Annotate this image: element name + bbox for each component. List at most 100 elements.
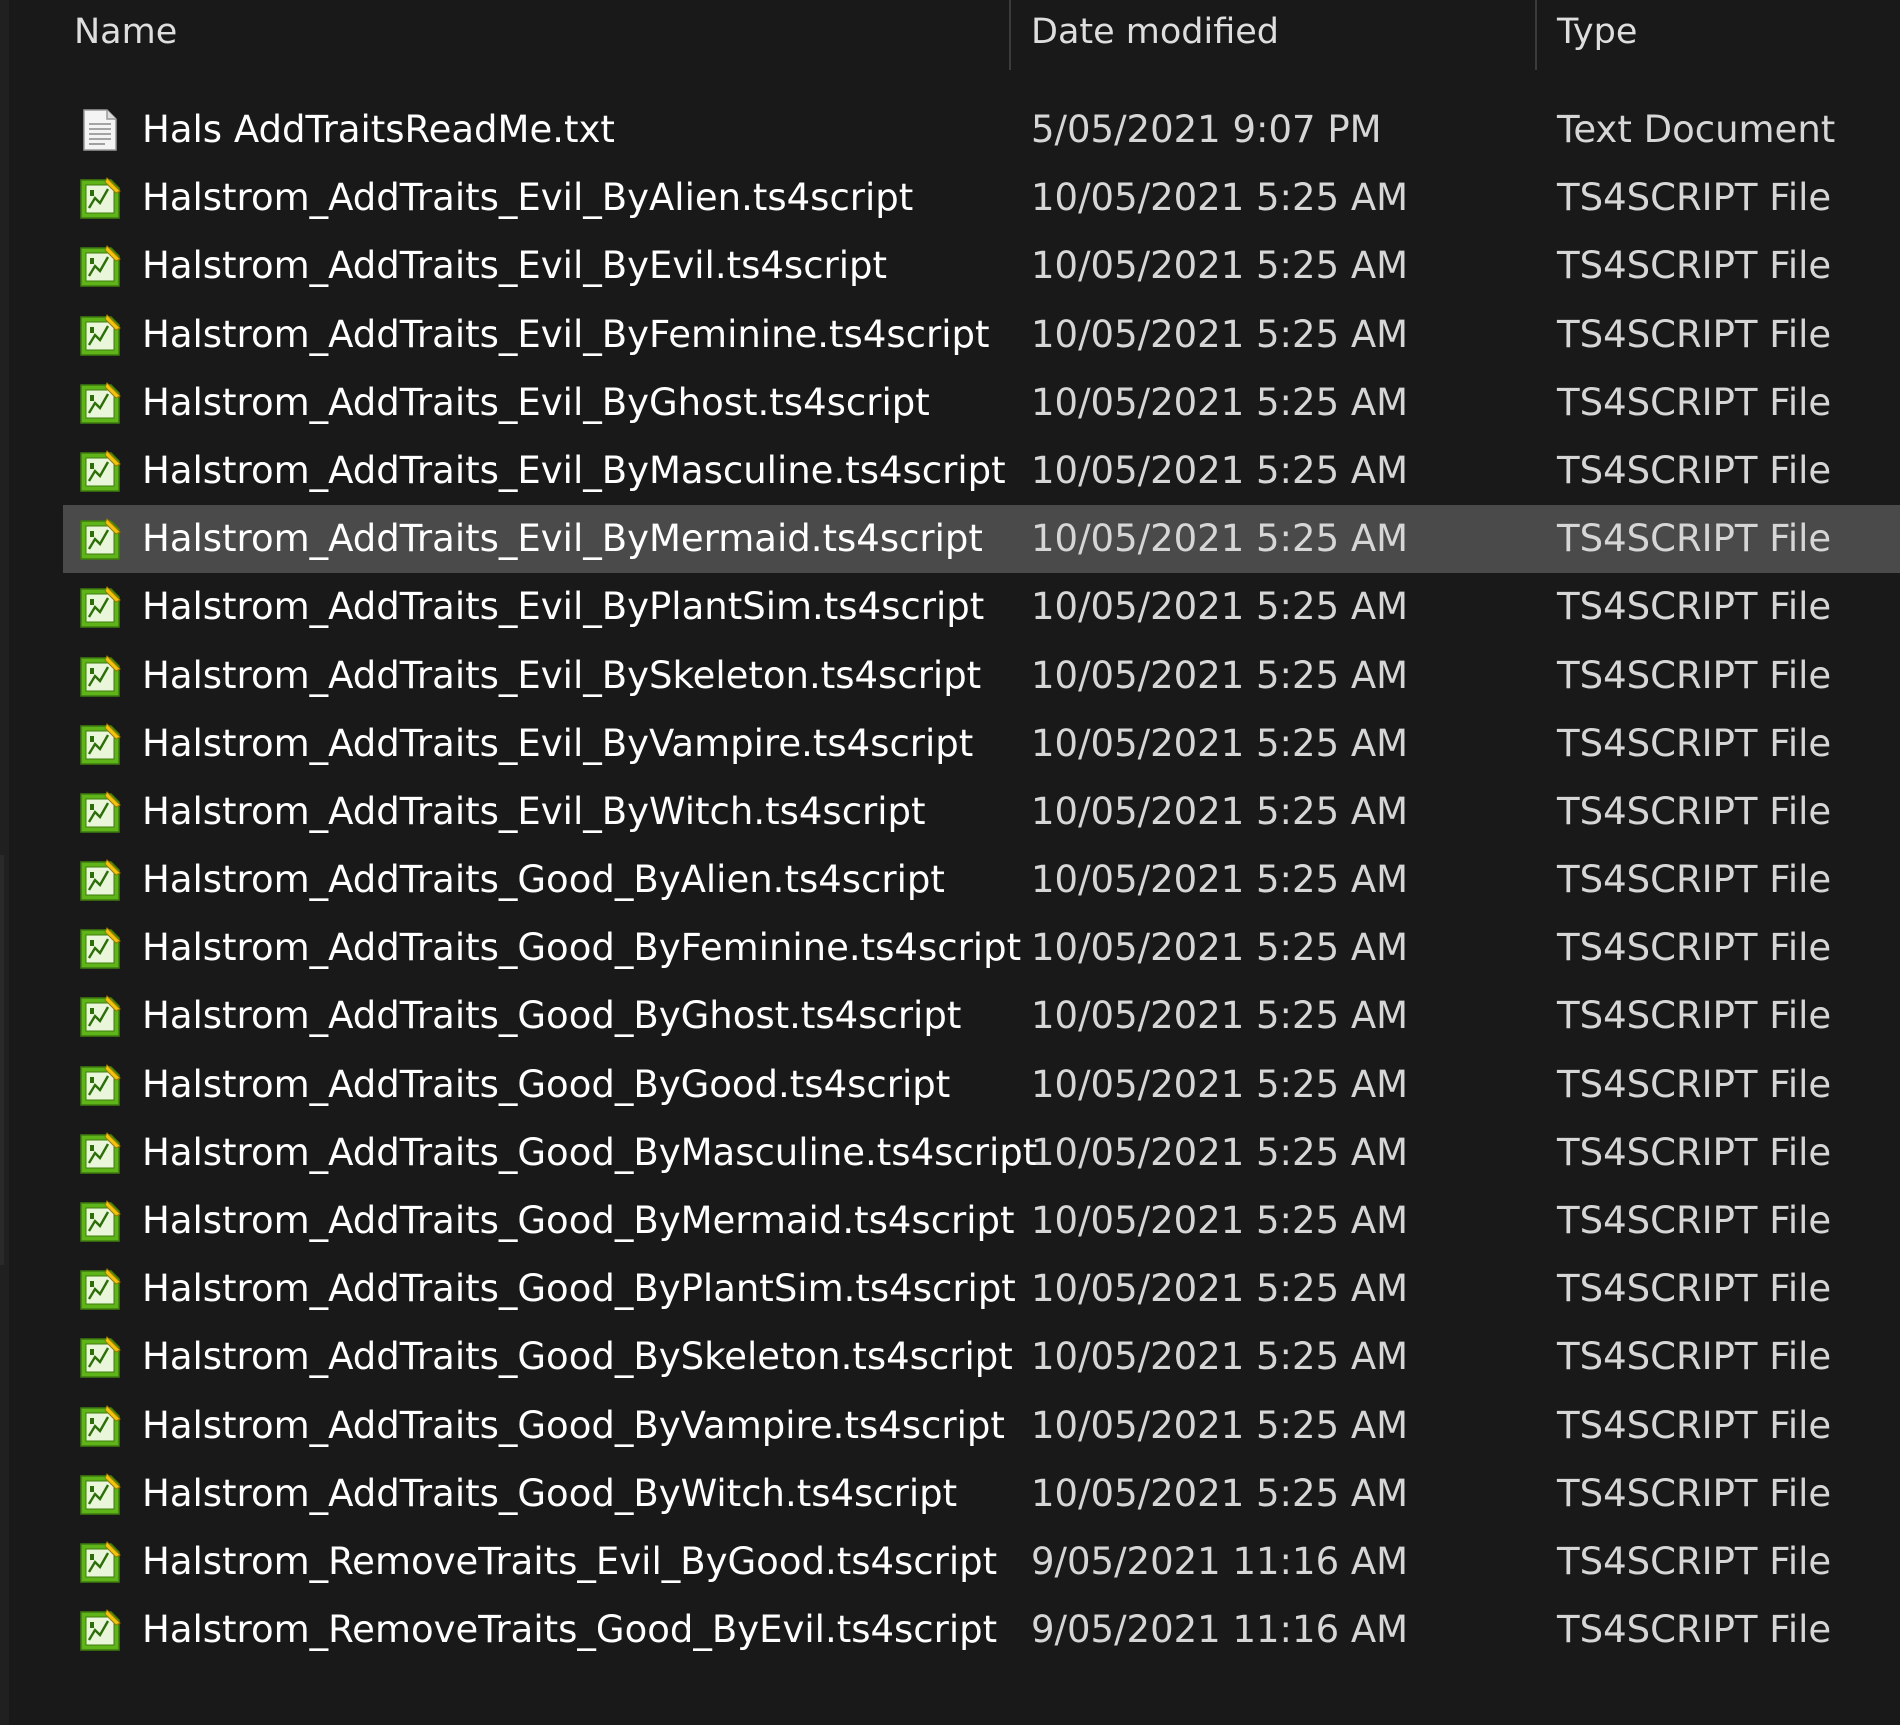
file-row[interactable]: Halstrom_AddTraits_Good_ByAlien.ts4scrip… xyxy=(0,846,1900,914)
file-name[interactable]: Halstrom_AddTraits_Good_ByGhost.ts4scrip… xyxy=(142,982,961,1050)
column-header-name[interactable]: Name xyxy=(74,0,177,70)
ts4script-file-icon xyxy=(78,449,122,493)
ts4script-file-icon xyxy=(78,858,122,902)
file-row[interactable]: Hals AddTraitsReadMe.txt 5/05/2021 9:07 P… xyxy=(0,96,1900,164)
file-date-modified: 10/05/2021 5:25 AM xyxy=(1031,653,1409,697)
column-divider-name[interactable] xyxy=(1009,0,1011,70)
file-name[interactable]: Halstrom_AddTraits_Evil_ByWitch.ts4scrip… xyxy=(142,778,926,846)
file-row[interactable]: Halstrom_RemoveTraits_Evil_ByGood.ts4scr… xyxy=(0,1528,1900,1596)
file-row[interactable]: Halstrom_AddTraits_Evil_ByMermaid.ts4scr… xyxy=(0,505,1900,574)
file-type: TS4SCRIPT File xyxy=(1557,380,1832,424)
file-row[interactable]: Halstrom_RemoveTraits_Good_ByEvil.ts4scr… xyxy=(0,1596,1900,1664)
file-type: TS4SCRIPT File xyxy=(1557,994,1832,1038)
file-name[interactable]: Halstrom_RemoveTraits_Good_ByEvil.ts4scr… xyxy=(142,1596,997,1664)
file-name[interactable]: Halstrom_AddTraits_Good_ByMermaid.ts4scr… xyxy=(142,1187,1015,1255)
ts4script-file-icon xyxy=(78,1335,122,1379)
file-date-modified: 10/05/2021 5:25 AM xyxy=(1031,1199,1409,1242)
file-row[interactable]: Halstrom_AddTraits_Evil_BySkeleton.ts4sc… xyxy=(0,642,1900,710)
file-date-modified: 10/05/2021 5:25 AM xyxy=(1031,1403,1409,1447)
file-name[interactable]: Halstrom_AddTraits_Evil_ByMasculine.ts4s… xyxy=(142,437,1006,505)
file-type: TS4SCRIPT File xyxy=(1557,1130,1832,1174)
file-name[interactable]: Halstrom_AddTraits_Good_ByPlantSim.ts4sc… xyxy=(142,1255,1016,1323)
file-type: TS4SCRIPT File xyxy=(1557,176,1832,220)
file-date-modified: 10/05/2021 5:25 AM xyxy=(1031,721,1409,765)
file-date-modified: 10/05/2021 5:25 AM xyxy=(1031,176,1409,220)
column-header-bar: Name Date modified Type xyxy=(0,0,1900,70)
file-row[interactable]: Halstrom_AddTraits_Good_ByPlantSim.ts4sc… xyxy=(0,1255,1900,1323)
file-name[interactable]: Halstrom_AddTraits_Good_ByGood.ts4script xyxy=(142,1051,950,1119)
file-row[interactable]: Halstrom_AddTraits_Evil_ByFeminine.ts4sc… xyxy=(0,301,1900,369)
ts4script-file-icon xyxy=(78,1131,122,1175)
file-date-modified: 10/05/2021 5:25 AM xyxy=(1031,994,1409,1038)
file-row[interactable]: Halstrom_AddTraits_Good_ByFeminine.ts4sc… xyxy=(0,914,1900,982)
file-name[interactable]: Halstrom_AddTraits_Evil_ByVampire.ts4scr… xyxy=(142,710,973,778)
ts4script-file-icon xyxy=(78,1472,122,1516)
file-row[interactable]: Halstrom_AddTraits_Good_ByGood.ts4script… xyxy=(0,1051,1900,1119)
file-row[interactable]: Halstrom_AddTraits_Good_ByVampire.ts4scr… xyxy=(0,1392,1900,1460)
file-type: TS4SCRIPT File xyxy=(1557,721,1832,765)
file-name[interactable]: Halstrom_AddTraits_Evil_ByMermaid.ts4scr… xyxy=(142,505,983,573)
file-row[interactable]: Halstrom_AddTraits_Good_BySkeleton.ts4sc… xyxy=(0,1323,1900,1391)
file-type: TS4SCRIPT File xyxy=(1557,1608,1832,1652)
ts4script-file-icon xyxy=(78,176,122,220)
file-date-modified: 10/05/2021 5:25 AM xyxy=(1031,380,1409,424)
file-row[interactable]: Halstrom_AddTraits_Evil_ByAlien.ts4scrip… xyxy=(0,164,1900,232)
text-document-icon xyxy=(78,108,122,152)
file-row[interactable]: Halstrom_AddTraits_Evil_ByWitch.ts4scrip… xyxy=(0,778,1900,846)
file-name[interactable]: Halstrom_AddTraits_Evil_ByFeminine.ts4sc… xyxy=(142,301,989,369)
column-header-date-modified[interactable]: Date modified xyxy=(1031,0,1279,70)
file-name[interactable]: Halstrom_AddTraits_Evil_ByGhost.ts4scrip… xyxy=(142,369,930,437)
ts4script-file-icon xyxy=(78,1199,122,1243)
file-row[interactable]: Halstrom_AddTraits_Evil_ByVampire.ts4scr… xyxy=(0,710,1900,778)
file-date-modified: 10/05/2021 5:25 AM xyxy=(1031,1335,1409,1379)
file-date-modified: 10/05/2021 5:25 AM xyxy=(1031,1471,1409,1515)
file-name[interactable]: Halstrom_AddTraits_Good_ByFeminine.ts4sc… xyxy=(142,914,1021,982)
file-type: TS4SCRIPT File xyxy=(1557,517,1832,561)
file-name[interactable]: Halstrom_AddTraits_Evil_ByAlien.ts4scrip… xyxy=(142,164,913,232)
column-divider-date[interactable] xyxy=(1535,0,1537,70)
file-row[interactable]: Halstrom_AddTraits_Evil_ByGhost.ts4scrip… xyxy=(0,369,1900,437)
file-name[interactable]: Halstrom_AddTraits_Evil_ByEvil.ts4script xyxy=(142,232,887,300)
file-type: TS4SCRIPT File xyxy=(1557,858,1832,902)
file-name[interactable]: Halstrom_AddTraits_Good_ByWitch.ts4scrip… xyxy=(142,1460,957,1528)
file-type: TS4SCRIPT File xyxy=(1557,244,1832,288)
ts4script-file-icon xyxy=(78,722,122,766)
file-date-modified: 10/05/2021 5:25 AM xyxy=(1031,1062,1409,1106)
ts4script-file-icon xyxy=(78,244,122,288)
file-type: TS4SCRIPT File xyxy=(1557,1062,1832,1106)
file-date-modified: 10/05/2021 5:25 AM xyxy=(1031,1130,1409,1174)
ts4script-file-icon xyxy=(78,1267,122,1311)
file-name[interactable]: Halstrom_AddTraits_Evil_BySkeleton.ts4sc… xyxy=(142,642,981,710)
file-row[interactable]: Halstrom_AddTraits_Good_ByMasculine.ts4s… xyxy=(0,1119,1900,1187)
file-name[interactable]: Halstrom_AddTraits_Good_ByVampire.ts4scr… xyxy=(142,1392,1005,1460)
file-date-modified: 9/05/2021 11:16 AM xyxy=(1031,1539,1409,1583)
file-row[interactable]: Halstrom_AddTraits_Good_ByWitch.ts4scrip… xyxy=(0,1460,1900,1528)
file-name[interactable]: Halstrom_AddTraits_Evil_ByPlantSim.ts4sc… xyxy=(142,573,984,641)
file-date-modified: 10/05/2021 5:25 AM xyxy=(1031,585,1409,629)
file-date-modified: 10/05/2021 5:25 AM xyxy=(1031,926,1409,970)
file-row[interactable]: Halstrom_AddTraits_Evil_ByEvil.ts4script… xyxy=(0,232,1900,300)
file-name[interactable]: Halstrom_AddTraits_Good_BySkeleton.ts4sc… xyxy=(142,1323,1013,1391)
file-row[interactable]: Halstrom_AddTraits_Evil_ByMasculine.ts4s… xyxy=(0,437,1900,505)
file-name[interactable]: Halstrom_AddTraits_Good_ByAlien.ts4scrip… xyxy=(142,846,945,914)
file-type: TS4SCRIPT File xyxy=(1557,1539,1832,1583)
ts4script-file-icon xyxy=(78,381,122,425)
file-name[interactable]: Hals AddTraitsReadMe.txt xyxy=(142,96,615,164)
file-row[interactable]: Halstrom_AddTraits_Good_ByMermaid.ts4scr… xyxy=(0,1187,1900,1255)
file-type: TS4SCRIPT File xyxy=(1557,1335,1832,1379)
file-type: TS4SCRIPT File xyxy=(1557,585,1832,629)
file-list: Hals AddTraitsReadMe.txt 5/05/2021 9:07 P… xyxy=(0,96,1900,1664)
file-type: TS4SCRIPT File xyxy=(1557,1471,1832,1515)
file-name[interactable]: Halstrom_AddTraits_Good_ByMasculine.ts4s… xyxy=(142,1119,1037,1187)
file-date-modified: 10/05/2021 5:25 AM xyxy=(1031,448,1409,492)
file-date-modified: 9/05/2021 11:16 AM xyxy=(1031,1608,1409,1652)
file-date-modified: 10/05/2021 5:25 AM xyxy=(1031,244,1409,288)
column-header-type[interactable]: Type xyxy=(1557,0,1637,70)
ts4script-file-icon xyxy=(78,1608,122,1652)
file-row[interactable]: Halstrom_AddTraits_Evil_ByPlantSim.ts4sc… xyxy=(0,573,1900,641)
file-name[interactable]: Halstrom_RemoveTraits_Evil_ByGood.ts4scr… xyxy=(142,1528,997,1596)
file-type: TS4SCRIPT File xyxy=(1557,312,1832,356)
ts4script-file-icon xyxy=(78,1063,122,1107)
file-row[interactable]: Halstrom_AddTraits_Good_ByGhost.ts4scrip… xyxy=(0,982,1900,1050)
ts4script-file-icon xyxy=(78,517,122,561)
